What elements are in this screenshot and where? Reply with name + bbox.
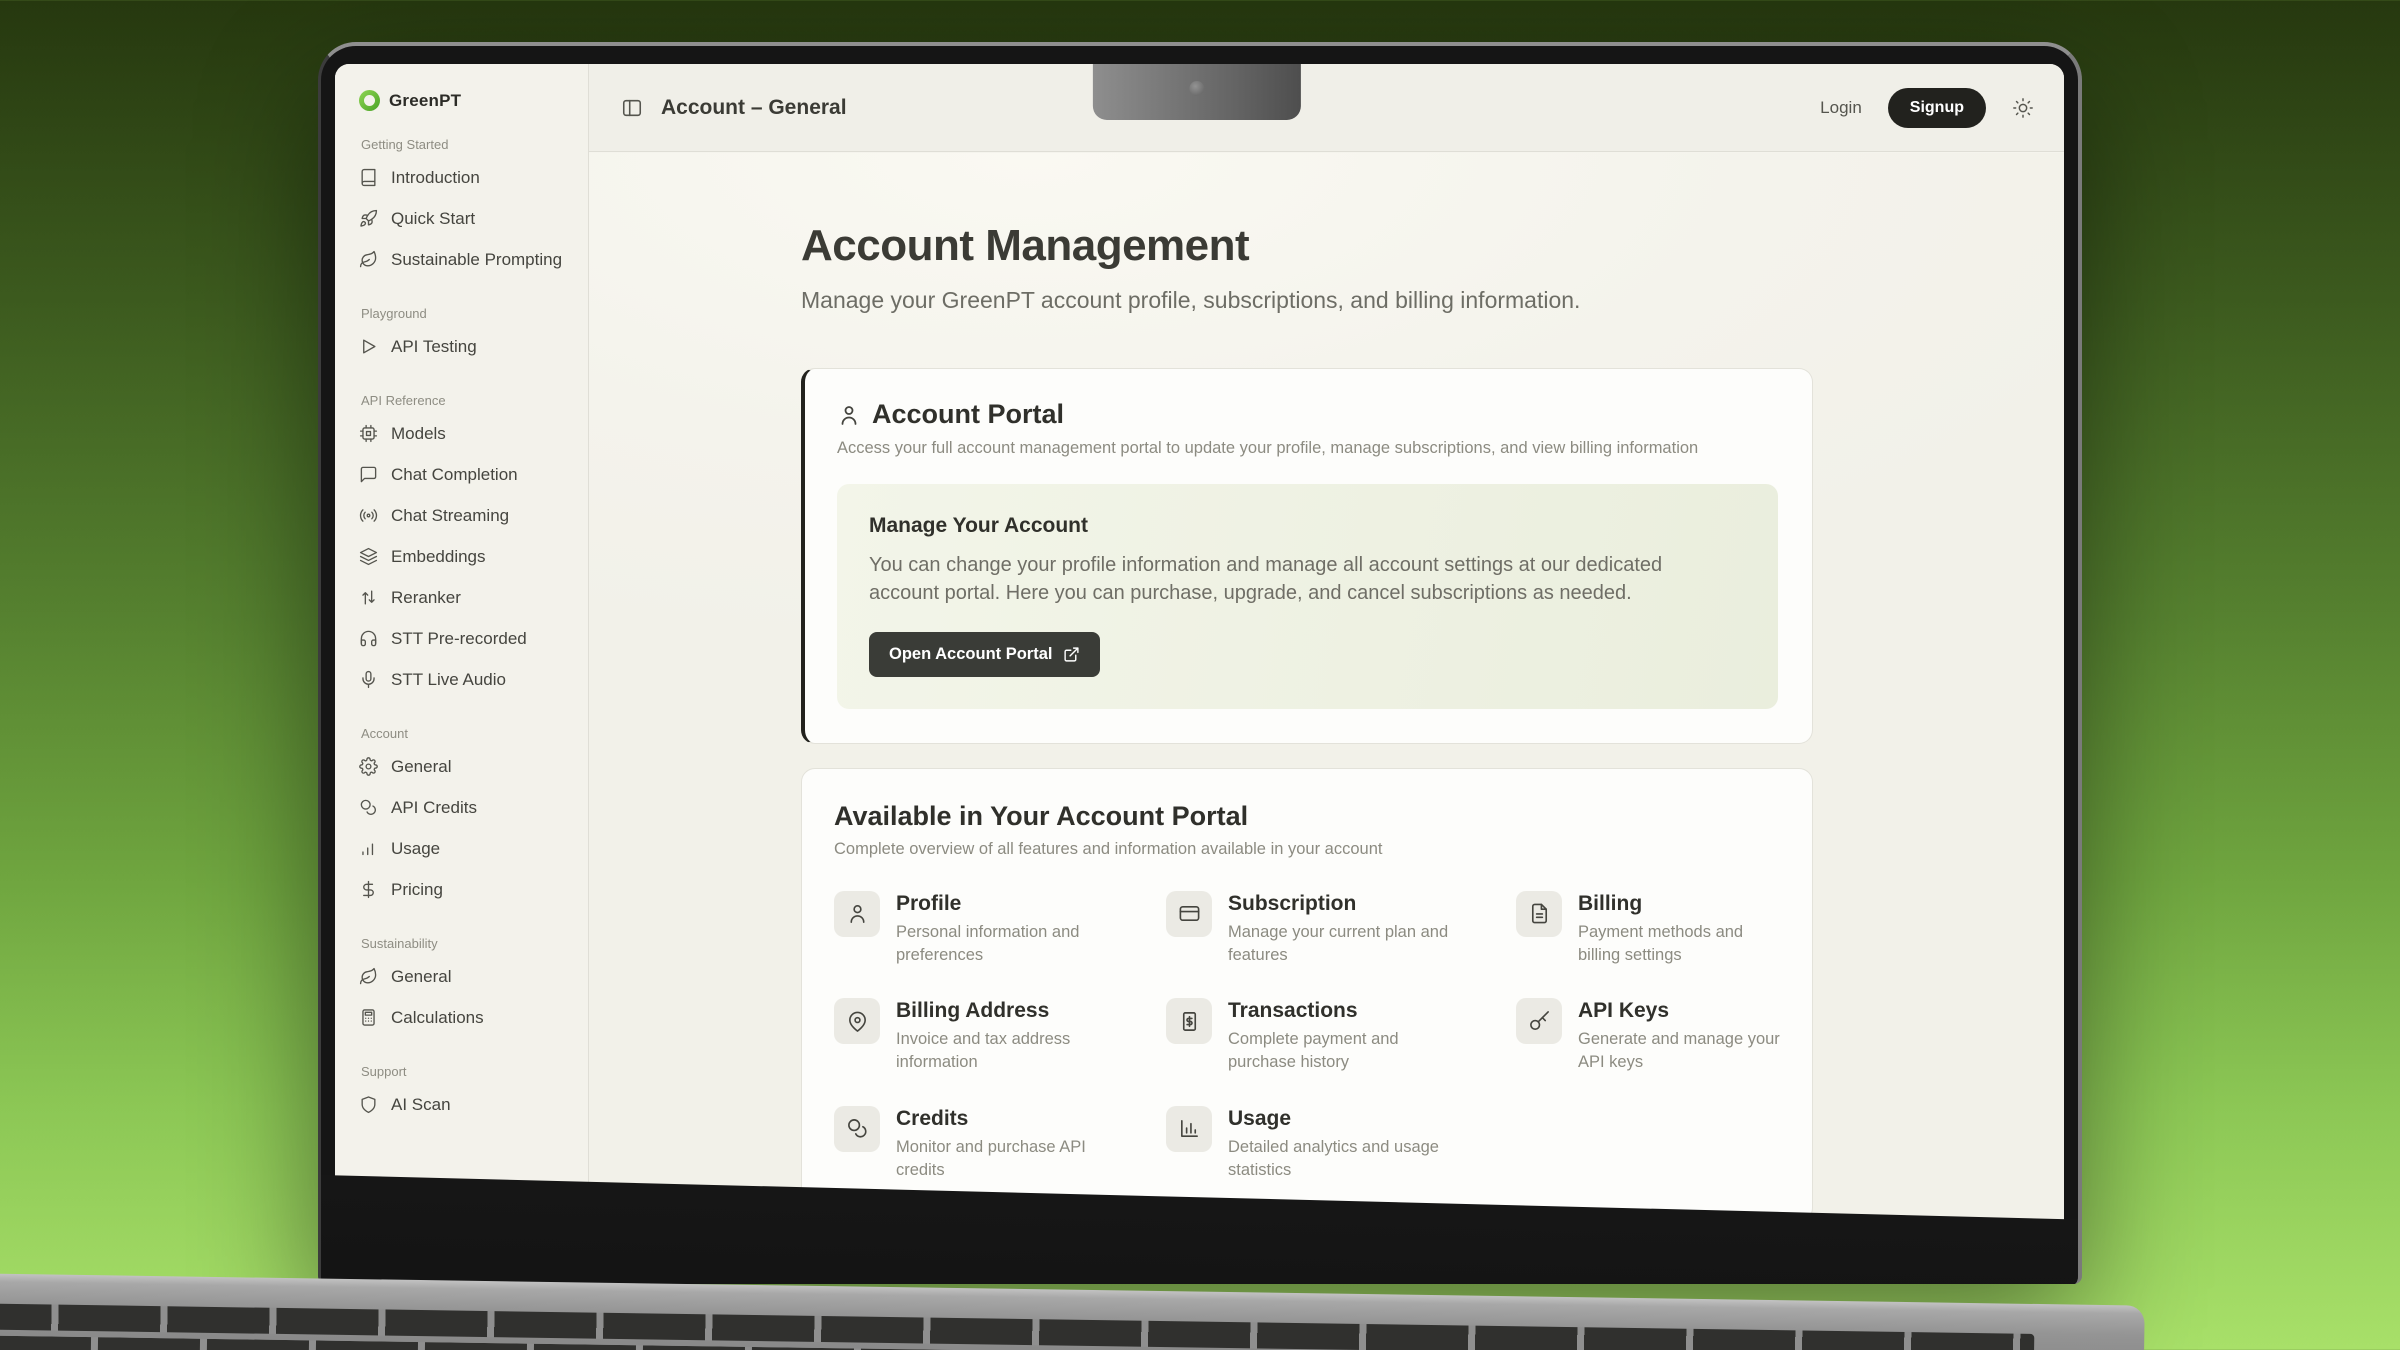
book-icon [359, 168, 378, 187]
sidebar-item-chat-streaming[interactable]: Chat Streaming [359, 495, 574, 536]
receipt-icon [1166, 998, 1212, 1044]
sidebar-item-embeddings[interactable]: Embeddings [359, 536, 574, 577]
sort-arrows-icon [359, 588, 378, 607]
page-title: Account Management [801, 221, 1813, 271]
document-icon [1516, 891, 1562, 937]
main-content: Account Management Manage your GreenPT a… [589, 153, 2064, 1224]
feature-usage: Usage Detailed analytics and usage stati… [1166, 1106, 1496, 1182]
user-icon [834, 891, 880, 937]
account-portal-card: Account Portal Access your full account … [801, 368, 1813, 744]
feature-api-keys: API Keys Generate and manage your API ke… [1516, 998, 1780, 1074]
sidebar-item-sustainability-general[interactable]: General [359, 956, 574, 997]
nav-section-playground: Playground [361, 306, 574, 321]
sidebar-item-introduction[interactable]: Introduction [359, 157, 574, 198]
brand-logo[interactable]: GreenPT [359, 90, 574, 111]
sun-icon[interactable] [2012, 97, 2034, 119]
sidebar-item-sustainable-prompting[interactable]: Sustainable Prompting [359, 239, 574, 280]
account-portal-title: Account Portal [872, 399, 1064, 430]
login-link[interactable]: Login [1820, 98, 1862, 118]
key-icon [1516, 998, 1562, 1044]
external-link-icon [1063, 646, 1080, 663]
sidebar-item-api-testing[interactable]: API Testing [359, 326, 574, 367]
sidebar-item-api-credits[interactable]: API Credits [359, 787, 574, 828]
sidebar-item-account-general[interactable]: General [359, 746, 574, 787]
feature-profile: Profile Personal information and prefere… [834, 891, 1146, 967]
headphones-icon [359, 629, 378, 648]
calculator-icon [359, 1008, 378, 1027]
cpu-icon [359, 424, 378, 443]
feature-subscription: Subscription Manage your current plan an… [1166, 891, 1496, 967]
nav-section-getting-started: Getting Started [361, 137, 574, 152]
laptop-frame: GreenPT Getting Started Introduction Qui… [318, 42, 2082, 1284]
nav-section-account: Account [361, 726, 574, 741]
sidebar-item-ai-scan[interactable]: AI Scan [359, 1084, 574, 1125]
microphone-icon [359, 670, 378, 689]
broadcast-icon [359, 506, 378, 525]
features-card: Available in Your Account Portal Complet… [801, 768, 1813, 1223]
sidebar-item-reranker[interactable]: Reranker [359, 577, 574, 618]
shield-icon [359, 1095, 378, 1114]
chart-column-icon [1166, 1106, 1212, 1152]
sidebar-item-usage[interactable]: Usage [359, 828, 574, 869]
sidebar-item-calculations[interactable]: Calculations [359, 997, 574, 1038]
brand-logo-icon [359, 90, 380, 111]
feature-billing-address: Billing Address Invoice and tax address … [834, 998, 1146, 1074]
nav-section-support: Support [361, 1064, 574, 1079]
user-icon [837, 403, 861, 427]
features-card-subtitle: Complete overview of all features and in… [834, 840, 1780, 859]
features-card-title: Available in Your Account Portal [834, 801, 1780, 832]
coins-icon [834, 1106, 880, 1152]
sidebar-toggle-icon[interactable] [621, 97, 643, 119]
camera-notch [1092, 64, 1300, 120]
manage-account-panel: Manage Your Account You can change your … [837, 484, 1778, 709]
sidebar-item-quick-start[interactable]: Quick Start [359, 198, 574, 239]
map-pin-icon [834, 998, 880, 1044]
nav-section-api-reference: API Reference [361, 393, 574, 408]
layers-icon [359, 547, 378, 566]
leaf-icon [359, 250, 378, 269]
feature-transactions: Transactions Complete payment and purcha… [1166, 998, 1496, 1074]
sidebar-item-stt-prerecorded[interactable]: STT Pre-recorded [359, 618, 574, 659]
sidebar-item-models[interactable]: Models [359, 413, 574, 454]
leaf-icon [359, 967, 378, 986]
laptop-screen: GreenPT Getting Started Introduction Qui… [335, 64, 2064, 1224]
manage-account-body: You can change your profile information … [869, 551, 1719, 608]
open-account-portal-button[interactable]: Open Account Portal [869, 632, 1100, 677]
feature-billing: Billing Payment methods and billing sett… [1516, 891, 1780, 967]
brand-name: GreenPT [389, 91, 461, 111]
bar-chart-icon [359, 839, 378, 858]
chat-bubble-icon [359, 465, 378, 484]
feature-credits: Credits Monitor and purchase API credits [834, 1106, 1146, 1182]
play-icon [359, 337, 378, 356]
sidebar-item-stt-live-audio[interactable]: STT Live Audio [359, 659, 574, 700]
dollar-icon [359, 880, 378, 899]
app-window: GreenPT Getting Started Introduction Qui… [335, 64, 2064, 1224]
nav-section-sustainability: Sustainability [361, 936, 574, 951]
sidebar: GreenPT Getting Started Introduction Qui… [335, 64, 589, 1224]
account-portal-subtitle: Access your full account management port… [837, 439, 1778, 458]
signup-button[interactable]: Signup [1888, 88, 1986, 128]
credit-card-icon [1166, 891, 1212, 937]
coins-icon [359, 798, 378, 817]
webcam-icon [1189, 81, 1204, 96]
rocket-icon [359, 209, 378, 228]
sidebar-item-chat-completion[interactable]: Chat Completion [359, 454, 574, 495]
topbar: Account – General Login Signup [589, 64, 2064, 152]
sidebar-item-pricing[interactable]: Pricing [359, 869, 574, 910]
manage-account-title: Manage Your Account [869, 514, 1746, 538]
page-subtitle: Manage your GreenPT account profile, sub… [801, 287, 1813, 314]
gear-icon [359, 757, 378, 776]
page-breadcrumb-title: Account – General [661, 96, 847, 120]
